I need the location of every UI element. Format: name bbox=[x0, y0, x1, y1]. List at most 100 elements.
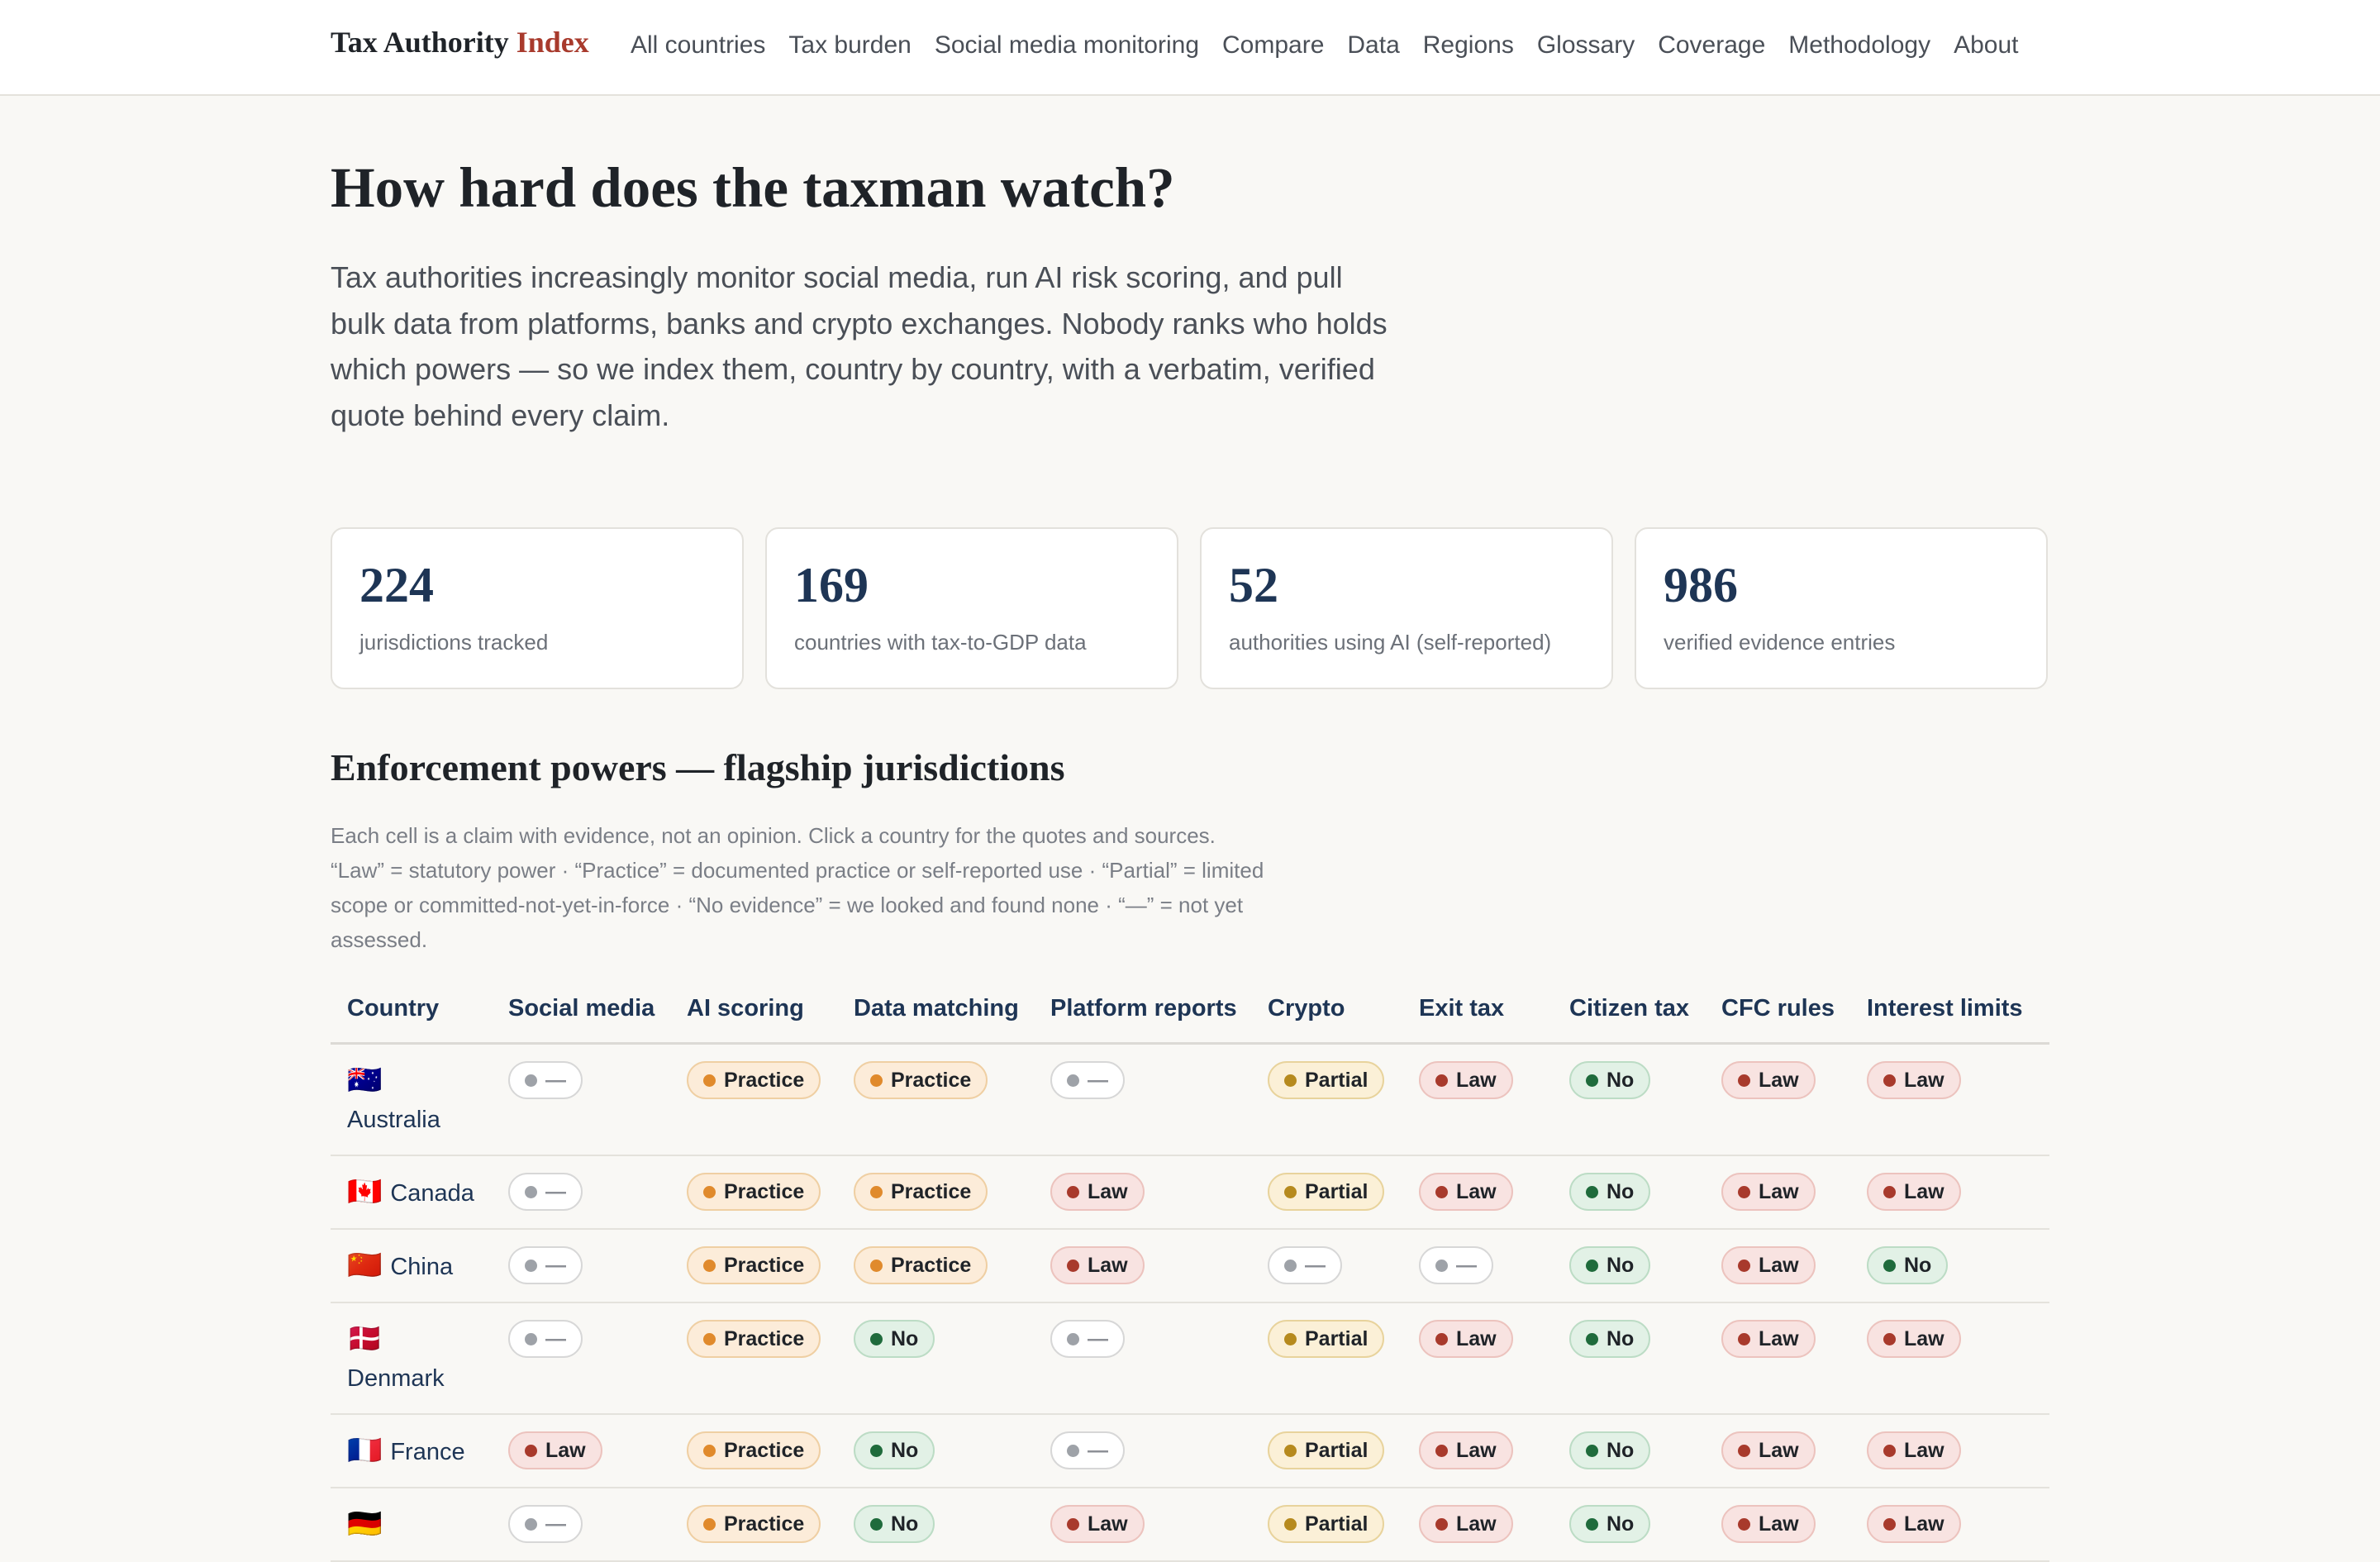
status-badge-law[interactable]: Law bbox=[1867, 1061, 1961, 1099]
status-badge-no[interactable]: No bbox=[1569, 1246, 1651, 1284]
table-row[interactable]: 🇦🇺 Australia — Practice Practice — Partial Law N… bbox=[331, 1043, 2049, 1156]
status-badge-partial[interactable]: Partial bbox=[1268, 1431, 1385, 1469]
status-badge-none[interactable]: — bbox=[1050, 1431, 1125, 1469]
status-badge-law[interactable]: Law bbox=[508, 1431, 602, 1469]
status-badge-none[interactable]: — bbox=[508, 1246, 583, 1284]
power-cell: No bbox=[1553, 1155, 1705, 1230]
country-name-link[interactable]: Canada bbox=[390, 1180, 474, 1207]
status-badge-law[interactable]: Law bbox=[1419, 1505, 1513, 1543]
country-name-link[interactable]: Australia bbox=[347, 1107, 440, 1133]
status-badge-no[interactable]: No bbox=[1569, 1061, 1651, 1099]
nav-methodology[interactable]: Methodology bbox=[1788, 31, 1930, 60]
nav-coverage[interactable]: Coverage bbox=[1658, 31, 1765, 60]
column-header-crypto[interactable]: Crypto bbox=[1251, 983, 1402, 1045]
nav-data[interactable]: Data bbox=[1347, 31, 1399, 60]
status-badge-no[interactable]: No bbox=[1867, 1246, 1949, 1284]
status-dot-icon bbox=[1883, 1185, 1896, 1198]
status-badge-law[interactable]: Law bbox=[1721, 1505, 1816, 1543]
status-badge-none[interactable]: — bbox=[1050, 1061, 1125, 1099]
nav-all-countries[interactable]: All countries bbox=[631, 31, 765, 60]
status-badge-practice[interactable]: Practice bbox=[854, 1061, 988, 1099]
column-header-country[interactable]: Country bbox=[331, 983, 492, 1045]
column-header-data-matching[interactable]: Data matching bbox=[837, 983, 1034, 1045]
status-badge-no[interactable]: No bbox=[854, 1505, 935, 1543]
column-header-citizen-tax[interactable]: Citizen tax bbox=[1553, 983, 1705, 1045]
country-cell[interactable]: 🇨🇦 Canada bbox=[331, 1155, 492, 1230]
country-flag-icon: 🇩🇰 bbox=[347, 1323, 383, 1355]
table-row[interactable]: 🇩🇪 — Practice No Law Partial Law No Law Law bbox=[331, 1488, 2049, 1562]
status-badge-no[interactable]: No bbox=[1569, 1173, 1651, 1211]
stats-row: 224 jurisdictions tracked 169 countries … bbox=[331, 527, 2048, 689]
status-badge-law[interactable]: Law bbox=[1721, 1061, 1816, 1099]
status-badge-no[interactable]: No bbox=[1569, 1431, 1651, 1469]
nav-tax-burden[interactable]: Tax burden bbox=[788, 31, 911, 60]
nav-compare[interactable]: Compare bbox=[1222, 31, 1324, 60]
status-label: No bbox=[1606, 1326, 1635, 1350]
nav-about[interactable]: About bbox=[1954, 31, 2018, 60]
table-row[interactable]: 🇨🇦 Canada — Practice Practice Law Partial Law No… bbox=[331, 1155, 2049, 1230]
status-badge-no[interactable]: No bbox=[1569, 1505, 1651, 1543]
status-badge-law[interactable]: Law bbox=[1050, 1246, 1145, 1284]
country-name-link[interactable]: France bbox=[390, 1439, 464, 1465]
country-cell[interactable]: 🇦🇺 Australia bbox=[331, 1043, 492, 1156]
status-badge-law[interactable]: Law bbox=[1419, 1431, 1513, 1469]
nav-regions[interactable]: Regions bbox=[1423, 31, 1514, 60]
status-badge-law[interactable]: Law bbox=[1050, 1505, 1145, 1543]
status-badge-law[interactable]: Law bbox=[1721, 1320, 1816, 1358]
status-badge-law[interactable]: Law bbox=[1419, 1320, 1513, 1358]
status-badge-none[interactable]: — bbox=[1050, 1320, 1125, 1358]
status-badge-law[interactable]: Law bbox=[1721, 1246, 1816, 1284]
status-badge-none[interactable]: — bbox=[508, 1061, 583, 1099]
status-badge-practice[interactable]: Practice bbox=[687, 1246, 821, 1284]
status-badge-none[interactable]: — bbox=[508, 1505, 583, 1543]
country-cell[interactable]: 🇨🇳 China bbox=[331, 1229, 492, 1303]
status-badge-no[interactable]: No bbox=[854, 1320, 935, 1358]
status-badge-partial[interactable]: Partial bbox=[1268, 1061, 1385, 1099]
nav-glossary[interactable]: Glossary bbox=[1537, 31, 1635, 60]
status-badge-law[interactable]: Law bbox=[1050, 1173, 1145, 1211]
status-badge-law[interactable]: Law bbox=[1867, 1431, 1961, 1469]
nav-social-media-monitoring[interactable]: Social media monitoring bbox=[935, 31, 1199, 60]
status-badge-practice[interactable]: Practice bbox=[687, 1320, 821, 1358]
status-badge-practice[interactable]: Practice bbox=[687, 1061, 821, 1099]
column-header-exit-tax[interactable]: Exit tax bbox=[1402, 983, 1553, 1045]
status-badge-none[interactable]: — bbox=[1268, 1246, 1342, 1284]
country-cell[interactable]: 🇩🇪 bbox=[331, 1488, 492, 1562]
site-logo[interactable]: Tax Authority Index bbox=[331, 25, 589, 60]
status-badge-law[interactable]: Law bbox=[1721, 1431, 1816, 1469]
status-badge-partial[interactable]: Partial bbox=[1268, 1505, 1385, 1543]
country-name-link[interactable]: China bbox=[390, 1254, 453, 1280]
table-row[interactable]: 🇩🇰 Denmark — Practice No — Partial Law No Law Law bbox=[331, 1302, 2049, 1415]
country-cell[interactable]: 🇫🇷 France bbox=[331, 1414, 492, 1488]
status-badge-law[interactable]: Law bbox=[1867, 1173, 1961, 1211]
column-header-social-media[interactable]: Social media bbox=[492, 983, 670, 1045]
status-badge-law[interactable]: Law bbox=[1867, 1320, 1961, 1358]
status-badge-none[interactable]: — bbox=[508, 1320, 583, 1358]
status-label: No bbox=[1606, 1179, 1635, 1203]
status-badge-practice[interactable]: Practice bbox=[687, 1431, 821, 1469]
status-badge-law[interactable]: Law bbox=[1867, 1505, 1961, 1543]
power-cell: — bbox=[492, 1488, 670, 1562]
column-header-interest-limits[interactable]: Interest limits bbox=[1850, 983, 2049, 1045]
status-badge-no[interactable]: No bbox=[1569, 1320, 1651, 1358]
status-badge-law[interactable]: Law bbox=[1419, 1061, 1513, 1099]
status-badge-law[interactable]: Law bbox=[1721, 1173, 1816, 1211]
power-cell: Partial bbox=[1251, 1414, 1402, 1488]
column-header-ai-scoring[interactable]: AI scoring bbox=[670, 983, 837, 1045]
country-name-link[interactable]: Denmark bbox=[347, 1365, 445, 1392]
status-badge-law[interactable]: Law bbox=[1419, 1173, 1513, 1211]
status-badge-practice[interactable]: Practice bbox=[854, 1246, 988, 1284]
column-header-platform-reports[interactable]: Platform reports bbox=[1034, 983, 1251, 1045]
status-badge-partial[interactable]: Partial bbox=[1268, 1320, 1385, 1358]
status-badge-practice[interactable]: Practice bbox=[687, 1505, 821, 1543]
table-row[interactable]: 🇫🇷 France Law Practice No — Partial Law No Law Law bbox=[331, 1414, 2049, 1488]
country-cell[interactable]: 🇩🇰 Denmark bbox=[331, 1302, 492, 1415]
status-badge-practice[interactable]: Practice bbox=[854, 1173, 988, 1211]
table-row[interactable]: 🇨🇳 China — Practice Practice Law — — No Law No bbox=[331, 1229, 2049, 1303]
status-badge-partial[interactable]: Partial bbox=[1268, 1173, 1385, 1211]
status-badge-practice[interactable]: Practice bbox=[687, 1173, 821, 1211]
status-badge-none[interactable]: — bbox=[1419, 1246, 1493, 1284]
column-header-cfc-rules[interactable]: CFC rules bbox=[1705, 983, 1850, 1045]
status-badge-no[interactable]: No bbox=[854, 1431, 935, 1469]
status-badge-none[interactable]: — bbox=[508, 1173, 583, 1211]
